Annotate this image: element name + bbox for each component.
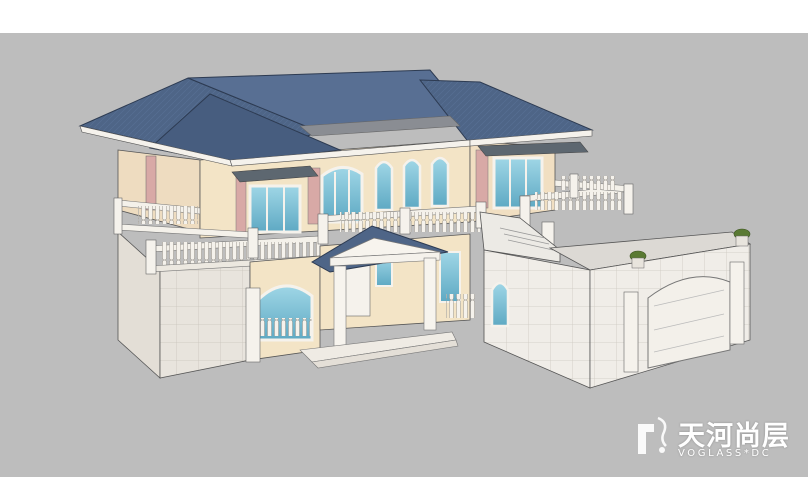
brand-logo-icon — [638, 416, 667, 454]
brand-watermark: 天河尚层 VOGLASS*DC — [632, 408, 802, 468]
brand-subtitle: VOGLASS*DC — [678, 448, 772, 459]
villa-model-render — [78, 69, 752, 389]
right-wing — [479, 211, 752, 389]
